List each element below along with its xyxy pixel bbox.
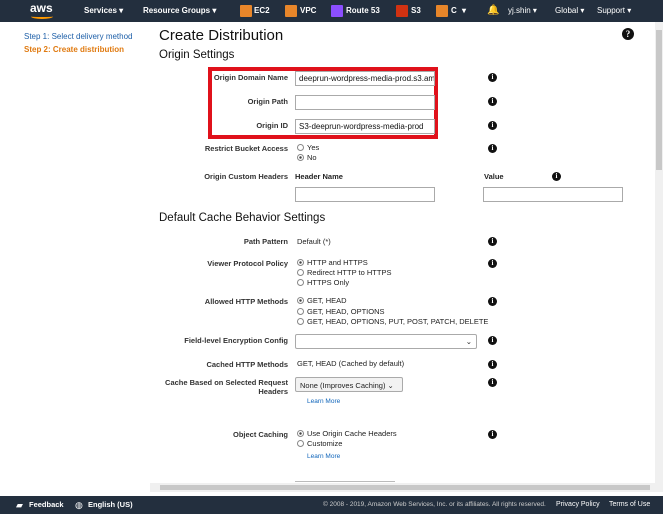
shortcut-c[interactable]: C — [451, 0, 457, 22]
ec2-service-icon — [240, 5, 252, 17]
value-column: Value — [484, 172, 504, 181]
route53-service-icon — [331, 5, 343, 17]
object-caching-learn-more-link[interactable]: Learn More — [307, 453, 340, 460]
restrict-bucket-access-label: Restrict Bucket Access — [204, 144, 288, 153]
step-1-link[interactable]: Step 1: Select delivery method — [24, 32, 133, 41]
step-2-current: Step 2: Create distribution — [24, 45, 125, 54]
chevron-down-icon: ⌄ — [465, 337, 472, 346]
wizard-steps-sidebar: Step 1: Select delivery method Step 2: C… — [0, 22, 150, 492]
vertical-scrollbar-thumb[interactable] — [656, 30, 662, 170]
viewer-http-https-radio[interactable]: HTTP and HTTPS — [297, 258, 368, 267]
info-icon[interactable]: i — [552, 172, 561, 181]
info-icon[interactable]: i — [488, 259, 497, 268]
object-caching-origin-radio[interactable]: Use Origin Cache Headers — [297, 429, 397, 438]
info-icon[interactable]: i — [488, 360, 497, 369]
info-icon[interactable]: i — [488, 97, 497, 106]
object-caching-label: Object Caching — [232, 430, 288, 439]
shortcut-ec2[interactable]: EC2 — [254, 0, 270, 22]
top-navigation-bar: aws Services ▾ Resource Groups ▾ EC2 VPC… — [0, 0, 663, 22]
vertical-scrollbar[interactable] — [655, 22, 663, 492]
methods-get-head-radio[interactable]: GET, HEAD — [297, 296, 347, 305]
info-icon[interactable]: i — [488, 73, 497, 82]
horizontal-scrollbar-thumb[interactable] — [160, 485, 650, 490]
field-level-encryption-label: Field-level Encryption Config — [184, 336, 288, 345]
origin-settings-heading: Origin Settings — [159, 49, 235, 61]
info-icon[interactable]: i — [488, 336, 497, 345]
cache-behavior-heading: Default Cache Behavior Settings — [159, 212, 326, 224]
shortcut-s3[interactable]: S3 — [411, 0, 421, 22]
services-menu[interactable]: Services ▾ — [84, 0, 123, 22]
terms-of-use-link[interactable]: Terms of Use — [609, 496, 650, 514]
feedback-link[interactable]: Feedback — [29, 496, 64, 514]
page-title: Create Distribution — [159, 27, 284, 44]
bell-icon[interactable]: 🔔 — [487, 0, 499, 22]
cache-headers-label: Cache Based on Selected Request Headers — [165, 378, 288, 396]
support-menu[interactable]: Support ▾ — [597, 0, 631, 22]
info-icon[interactable]: i — [488, 144, 497, 153]
path-pattern-label: Path Pattern — [243, 237, 288, 246]
shortcut-vpc[interactable]: VPC — [300, 0, 316, 22]
methods-get-head-options-radio[interactable]: GET, HEAD, OPTIONS — [297, 307, 385, 316]
restrict-yes-radio[interactable]: Yes — [297, 143, 319, 152]
methods-all-radio[interactable]: GET, HEAD, OPTIONS, PUT, POST, PATCH, DE… — [297, 317, 488, 326]
cache-headers-select[interactable]: None (Improves Caching) ⌄ — [295, 377, 403, 392]
cached-methods-value: GET, HEAD (Cached by default) — [297, 359, 405, 368]
origin-domain-name-label: Origin Domain Name — [213, 73, 288, 82]
console-footer: ▰ Feedback ◍ English (US) © 2008 - 2019,… — [0, 496, 663, 514]
origin-domain-name-input[interactable]: deeprun-wordpress-media-prod.s3.amaz — [295, 71, 435, 86]
vpc-service-icon — [285, 5, 297, 17]
info-icon[interactable]: i — [488, 378, 497, 387]
s3-service-icon — [396, 5, 408, 17]
cache-headers-learn-more-link[interactable]: Learn More — [307, 398, 340, 405]
privacy-policy-link[interactable]: Privacy Policy — [556, 496, 600, 514]
viewer-protocol-policy-label: Viewer Protocol Policy — [207, 259, 288, 268]
more-shortcuts-icon[interactable]: ▾ — [462, 0, 466, 22]
question-circle-icon[interactable]: ? — [622, 28, 634, 40]
header-value-input[interactable] — [483, 187, 623, 202]
info-icon[interactable]: i — [488, 430, 497, 439]
info-icon[interactable]: i — [488, 297, 497, 306]
restrict-no-radio[interactable]: No — [297, 153, 317, 162]
create-distribution-form: Create Distribution ? Origin Settings Or… — [150, 22, 655, 492]
resource-groups-menu[interactable]: Resource Groups ▾ — [143, 0, 216, 22]
viewer-redirect-radio[interactable]: Redirect HTTP to HTTPS — [297, 268, 391, 277]
region-menu[interactable]: Global ▾ — [555, 0, 584, 22]
feedback-icon: ▰ — [16, 500, 23, 510]
form-divider — [295, 481, 395, 482]
header-name-column: Header Name — [295, 172, 343, 181]
account-menu[interactable]: yj.shin ▾ — [508, 0, 537, 22]
object-caching-customize-radio[interactable]: Customize — [297, 439, 342, 448]
allowed-methods-label: Allowed HTTP Methods — [204, 297, 288, 306]
origin-path-label: Origin Path — [247, 97, 288, 106]
aws-logo[interactable]: aws — [30, 1, 53, 15]
cloudfront-service-icon — [436, 5, 448, 17]
globe-icon: ◍ — [75, 500, 83, 510]
cached-methods-label: Cached HTTP Methods — [206, 360, 288, 369]
info-icon[interactable]: i — [488, 237, 497, 246]
horizontal-scrollbar[interactable] — [150, 483, 655, 492]
origin-custom-headers-label: Origin Custom Headers — [204, 172, 288, 181]
viewer-https-only-radio[interactable]: HTTPS Only — [297, 278, 349, 287]
shortcut-route53[interactable]: Route 53 — [346, 0, 380, 22]
aws-logo-smile-icon — [31, 14, 53, 19]
chevron-down-icon: ⌄ — [387, 381, 394, 390]
path-pattern-value: Default (*) — [297, 237, 331, 246]
info-icon[interactable]: i — [488, 121, 497, 130]
origin-id-input[interactable]: S3-deeprun-wordpress-media-prod — [295, 119, 435, 134]
field-level-encryption-select[interactable]: ⌄ — [295, 334, 477, 349]
header-name-input[interactable] — [295, 187, 435, 202]
language-selector[interactable]: English (US) — [88, 496, 133, 514]
copyright-text: © 2008 - 2019, Amazon Web Services, Inc.… — [323, 501, 546, 508]
origin-path-input[interactable] — [295, 95, 435, 110]
origin-id-label: Origin ID — [256, 121, 288, 130]
